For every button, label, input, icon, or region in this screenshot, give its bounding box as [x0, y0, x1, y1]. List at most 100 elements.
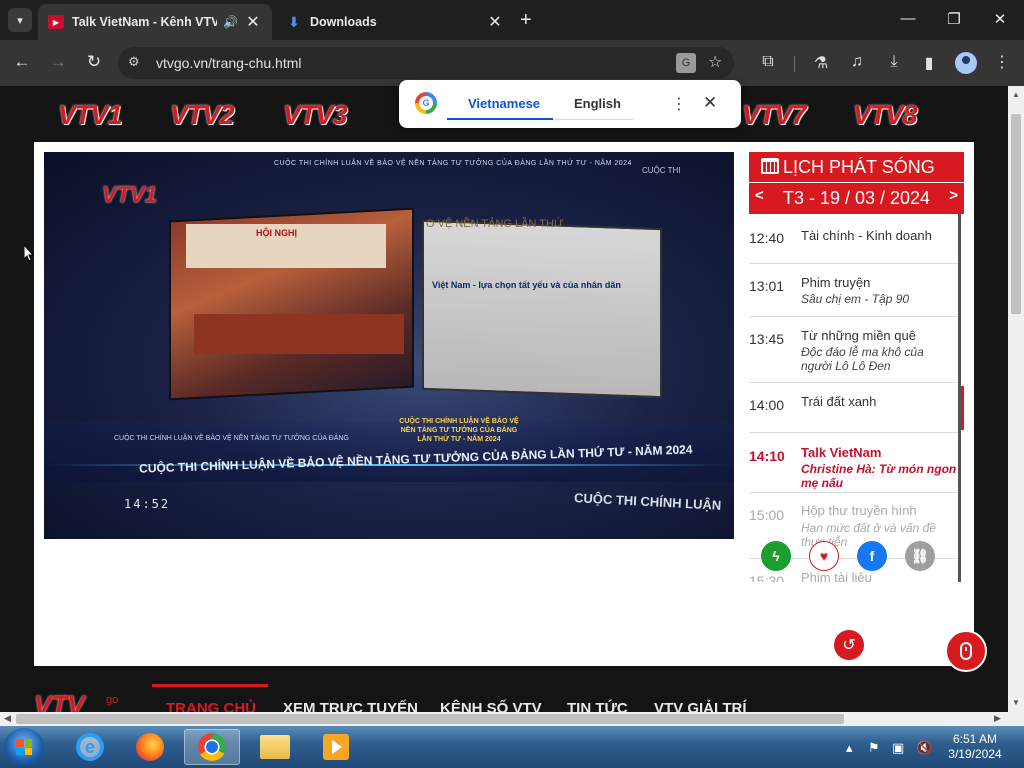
vertical-scrollbar[interactable]: ▲ ▼: [1008, 86, 1024, 712]
scroll-left-icon[interactable]: ◀: [4, 713, 11, 724]
page-viewport: VTV1 VTV2 VTV3 VTV7 VTV8 CUỘC THI CHÍNH …: [0, 86, 1008, 712]
translate-icon[interactable]: G: [676, 53, 696, 73]
vtvgo-logo-sub: go: [106, 694, 119, 706]
menu-icon[interactable]: ⋮: [994, 52, 1010, 72]
channel-vtv3[interactable]: VTV3: [283, 100, 348, 131]
action-center-flag-icon[interactable]: ⚑: [868, 740, 880, 756]
start-button[interactable]: [4, 728, 44, 766]
replay-icon[interactable]: ↺: [834, 630, 864, 660]
restore-button[interactable]: ❐: [944, 10, 964, 28]
schedule-title: Tài chính - Kinh doanh: [801, 228, 932, 243]
schedule-time: 14:00: [749, 397, 785, 413]
heart-icon[interactable]: ♥: [809, 541, 839, 571]
scroll-right-icon[interactable]: ▶: [994, 713, 1001, 724]
channel-vtv7[interactable]: VTV7: [742, 100, 807, 131]
tab-close-icon[interactable]: ✕: [486, 12, 504, 32]
scroll-up-icon[interactable]: ▲: [1012, 90, 1020, 99]
next-day-button[interactable]: >: [949, 187, 958, 204]
nav-trang-chu[interactable]: TRANG CHỦ: [166, 700, 256, 712]
channel-vtv8[interactable]: VTV8: [853, 100, 918, 131]
tab-underline: [447, 118, 553, 120]
schedule-list[interactable]: 12:40 Tài chính - Kinh doanh 13:01 Phim …: [749, 214, 961, 582]
taskbar-chrome[interactable]: [184, 729, 240, 765]
mouse-scroll-icon: [960, 642, 972, 660]
lightning-icon[interactable]: ϟ: [761, 541, 791, 571]
facebook-icon[interactable]: f: [857, 541, 887, 571]
scroll-down-button[interactable]: [945, 630, 987, 672]
schedule-item[interactable]: 13:45 Từ những miền quê Độc đáo lễ ma kh…: [749, 317, 958, 383]
profile-avatar[interactable]: [955, 52, 977, 74]
scroll-down-icon[interactable]: ▼: [1012, 698, 1020, 707]
taskbar-explorer[interactable]: [247, 729, 303, 765]
schedule-item[interactable]: 12:40 Tài chính - Kinh doanh: [749, 214, 958, 264]
vtvgo-logo[interactable]: VTV: [34, 690, 85, 712]
chrome-icon: [198, 733, 226, 761]
site-bottom-nav: VTV go TRANG CHỦ XEM TRỰC TUYẾN KÊNH SỐ …: [0, 682, 1008, 712]
forward-button[interactable]: →: [47, 52, 69, 72]
download-icon: ⬇: [288, 13, 300, 30]
channel-vtv2[interactable]: VTV2: [170, 100, 235, 131]
back-button[interactable]: ←: [11, 52, 33, 72]
tab-close-icon[interactable]: ✕: [244, 12, 262, 32]
horizontal-scroll-thumb[interactable]: [16, 714, 844, 724]
taskbar-firefox[interactable]: [122, 729, 178, 765]
player-ribbon-right: CUỘC THI: [642, 166, 681, 175]
schedule-subtitle: Độc đáo lễ ma khô của người Lô Lô Đen: [801, 345, 924, 373]
tab-downloads[interactable]: ⬇ Downloads ✕: [276, 4, 514, 40]
nav-active-indicator: [152, 684, 268, 687]
nav-xem-truc-tuyen[interactable]: XEM TRỰC TUYẾN: [283, 700, 418, 712]
media-control-icon[interactable]: ♫: [846, 53, 868, 71]
speaker-icon[interactable]: 🔊: [223, 15, 238, 29]
tab-talk-vietnam[interactable]: ▶ Talk VietNam - Kênh VTV1, 🔊 ✕: [38, 4, 272, 40]
site-info-icon[interactable]: ⚙: [128, 54, 140, 70]
schedule-item[interactable]: 14:00 Trái đất xanh: [749, 383, 958, 433]
vtv-favicon-icon: ▶: [48, 15, 64, 29]
video-player[interactable]: CUỘC THI CHÍNH LUẬN VỀ BẢO VỆ NỀN TẢNG T…: [44, 152, 734, 539]
address-bar[interactable]: ⚙ vtvgo.vn/trang-chu.html G ☆: [118, 47, 734, 79]
bookmark-star-icon[interactable]: ☆: [708, 52, 722, 72]
minimize-button[interactable]: —: [898, 10, 918, 27]
new-tab-button[interactable]: +: [520, 10, 532, 30]
horizontal-scrollbar[interactable]: ◀ ▶: [0, 712, 1024, 726]
vertical-scroll-thumb[interactable]: [1011, 114, 1021, 314]
clock-date: 3/19/2024: [948, 747, 1002, 761]
schedule-scroll-indicator[interactable]: [961, 386, 964, 430]
taskbar-internet-explorer[interactable]: e: [62, 729, 118, 765]
prev-day-button[interactable]: <: [755, 187, 764, 204]
schedule-panel: LỊCH PHÁT SÓNG < T3 - 19 / 03 / 2024 > 1…: [749, 152, 964, 582]
translate-popup: Vietnamese English ⋮ ✕: [399, 80, 741, 128]
nav-kenh-so-vtv[interactable]: KÊNH SỐ VTV: [440, 700, 542, 712]
schedule-subtitle: Christine Hà: Từ món ngon mẹ nấu: [801, 462, 957, 490]
close-window-button[interactable]: ✕: [990, 10, 1010, 28]
tab-search-button[interactable]: ▾: [8, 8, 32, 32]
more-options-icon[interactable]: ⋮: [671, 94, 687, 114]
close-icon[interactable]: ✕: [703, 93, 717, 113]
player-lower-left: CUỘC THI CHÍNH LUẬN VỀ BẢO VỆ NỀN TẢNG T…: [114, 435, 349, 442]
schedule-title: Hộp thư truyền hình: [801, 503, 917, 518]
schedule-item[interactable]: 13:01 Phim truyện Sâu chị em - Tập 90: [749, 264, 958, 317]
downloads-icon[interactable]: ⤓: [883, 53, 905, 71]
side-panel-icon[interactable]: ▮: [918, 53, 940, 73]
schedule-title: Phim truyện: [801, 275, 871, 290]
tab-source-language[interactable]: Vietnamese: [468, 96, 540, 111]
schedule-title: Talk VietNam: [801, 445, 882, 460]
reload-button[interactable]: ↻: [83, 52, 105, 72]
link-icon[interactable]: ⛓: [905, 541, 935, 571]
network-icon[interactable]: ▣: [892, 740, 904, 756]
system-clock[interactable]: 6:51 AM 3/19/2024: [940, 732, 1010, 762]
schedule-time: 14:10: [749, 448, 785, 464]
url-text[interactable]: vtvgo.vn/trang-chu.html: [156, 55, 302, 71]
extensions-icon[interactable]: ⧉: [757, 53, 779, 71]
volume-muted-icon[interactable]: 🔇: [916, 740, 932, 756]
player-lower-head: CUỘC THI CHÍNH LUẬN VỀ BẢO VỆ NỀN TẢNG T…: [399, 418, 519, 443]
player-scroll-text: CUỘC THI CHÍNH LUẬN: [573, 490, 722, 513]
labs-flask-icon[interactable]: ⚗: [810, 53, 832, 73]
tab-target-language[interactable]: English: [574, 96, 621, 111]
nav-tin-tuc[interactable]: TIN TỨC: [567, 700, 628, 712]
channel-vtv1[interactable]: VTV1: [58, 100, 123, 131]
taskbar-media-player[interactable]: [308, 729, 364, 765]
schedule-item-current[interactable]: 14:10 Talk VietNam Christine Hà: Từ món …: [749, 433, 958, 493]
nav-vtv-giai-tri[interactable]: VTV GIẢI TRÍ: [654, 700, 747, 712]
show-hidden-icons[interactable]: ▴: [846, 740, 853, 756]
windows-logo-icon: [16, 739, 32, 755]
